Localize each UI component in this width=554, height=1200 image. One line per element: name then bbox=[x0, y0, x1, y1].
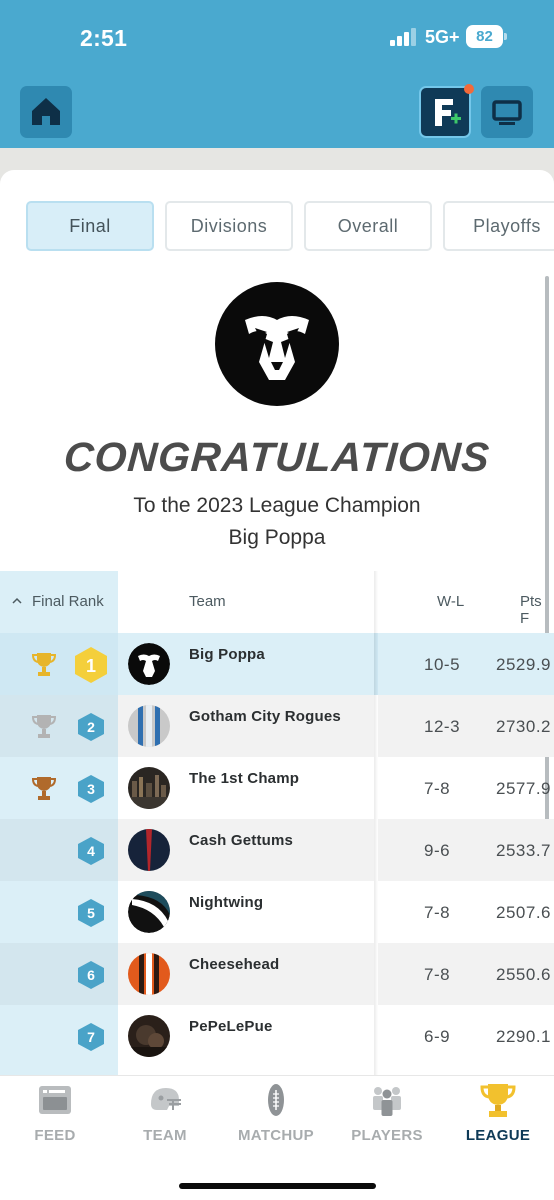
home-indicator[interactable] bbox=[179, 1183, 376, 1189]
column-final-rank[interactable]: Final Rank bbox=[32, 593, 104, 610]
column-points-for[interactable]: Pts F bbox=[520, 593, 554, 627]
svg-text:4: 4 bbox=[87, 843, 95, 859]
champion-team-logo bbox=[215, 282, 339, 406]
column-wl[interactable]: W-L bbox=[437, 593, 464, 610]
tab-overall[interactable]: Overall bbox=[304, 201, 432, 251]
rank-badge: 3 bbox=[78, 775, 104, 803]
standings-tabs: Final Divisions Overall Playoffs bbox=[0, 201, 554, 253]
table-row[interactable]: 6 Cheesehead 7-8 2550.6 bbox=[0, 943, 554, 1005]
tab-final[interactable]: Final bbox=[26, 201, 154, 251]
rank-badge: 6 bbox=[78, 961, 104, 989]
helmet-icon bbox=[151, 1088, 181, 1110]
team-avatar bbox=[128, 643, 170, 685]
column-team[interactable]: Team bbox=[189, 593, 226, 610]
feed-icon bbox=[39, 1086, 71, 1114]
nav-feed[interactable]: FEED bbox=[0, 1076, 110, 1166]
svg-text:5: 5 bbox=[87, 905, 95, 921]
tv-icon bbox=[492, 100, 522, 125]
table-row[interactable]: 1 Big Poppa 10-5 2529.9 bbox=[0, 633, 554, 695]
congratulations-heading: CONGRATULATIONS bbox=[62, 434, 492, 480]
points-for: 2529.9 bbox=[496, 655, 551, 674]
team-avatar bbox=[128, 891, 170, 933]
points-for: 2507.6 bbox=[496, 903, 551, 922]
points-for: 2550.6 bbox=[496, 965, 551, 984]
fantasy-plus-button[interactable] bbox=[419, 86, 471, 138]
champion-subtitle: To the 2023 League Champion bbox=[133, 494, 421, 517]
points-for: 2533.7 bbox=[496, 841, 551, 860]
table-row[interactable]: 4 Cash Gettums 9-6 2533.7 bbox=[0, 819, 554, 881]
bottom-navigation: FEED TEAM MATCHUP PLAYERS LEAGUE bbox=[0, 1075, 554, 1200]
network-type: 5G+ bbox=[425, 27, 460, 47]
battery-level: 82 bbox=[466, 25, 503, 48]
team-avatar bbox=[128, 829, 170, 871]
tab-divisions[interactable]: Divisions bbox=[165, 201, 293, 251]
win-loss: 7-8 bbox=[424, 779, 451, 798]
battery-icon: 82 bbox=[466, 25, 508, 48]
svg-text:7: 7 bbox=[87, 1029, 95, 1045]
svg-text:1: 1 bbox=[86, 656, 96, 676]
tv-button[interactable] bbox=[481, 86, 533, 138]
home-icon bbox=[32, 98, 60, 125]
players-icon bbox=[373, 1087, 401, 1116]
nav-matchup[interactable]: MATCHUP bbox=[221, 1076, 331, 1166]
points-for: 2577.9 bbox=[496, 779, 551, 798]
win-loss: 6-9 bbox=[424, 1027, 451, 1046]
win-loss: 10-5 bbox=[424, 655, 461, 674]
nav-players[interactable]: PLAYERS bbox=[332, 1076, 442, 1166]
win-loss: 12-3 bbox=[424, 717, 461, 736]
home-button[interactable] bbox=[20, 86, 72, 138]
team-name[interactable]: The 1st Champ bbox=[189, 770, 299, 787]
nav-league[interactable]: LEAGUE bbox=[443, 1076, 553, 1166]
svg-text:3: 3 bbox=[87, 781, 95, 797]
tab-playoffs[interactable]: Playoffs bbox=[443, 201, 554, 251]
table-row[interactable]: 5 Nightwing 7-8 2507.6 bbox=[0, 881, 554, 943]
standings-table: Final Rank Team W-L Pts F 1 Big Poppa 10… bbox=[0, 571, 554, 1075]
nav-players-label: PLAYERS bbox=[351, 1127, 423, 1144]
rank-badge: 4 bbox=[78, 837, 104, 865]
nav-league-label: LEAGUE bbox=[465, 1127, 531, 1144]
nav-team[interactable]: TEAM bbox=[110, 1076, 220, 1166]
points-for: 2290.1 bbox=[496, 1027, 551, 1046]
app-header: 2:51 5G+ 82 bbox=[0, 0, 554, 148]
team-name[interactable]: Cash Gettums bbox=[189, 832, 293, 849]
status-time: 2:51 bbox=[80, 25, 128, 51]
rank-badge: 2 bbox=[78, 713, 104, 741]
win-loss: 9-6 bbox=[424, 841, 451, 860]
rank-badge: 5 bbox=[78, 899, 104, 927]
team-name[interactable]: Cheesehead bbox=[189, 956, 279, 973]
football-icon bbox=[268, 1084, 284, 1116]
silver-trophy-icon bbox=[32, 715, 56, 738]
win-loss: 7-8 bbox=[424, 965, 451, 984]
bronze-trophy-icon bbox=[32, 777, 56, 800]
team-name[interactable]: PePeLePue bbox=[189, 1018, 273, 1035]
table-header: Final Rank Team W-L Pts F bbox=[0, 571, 554, 633]
team-avatar bbox=[128, 1015, 170, 1057]
table-row[interactable]: 2 Gotham City Rogues 12-3 2730.2 bbox=[0, 695, 554, 757]
team-avatar bbox=[128, 705, 170, 747]
nav-feed-label: FEED bbox=[34, 1127, 76, 1144]
team-name[interactable]: Big Poppa bbox=[189, 646, 265, 663]
team-avatar bbox=[128, 767, 170, 809]
nav-matchup-label: MATCHUP bbox=[238, 1127, 314, 1144]
rank-badge: 1 bbox=[75, 647, 107, 683]
svg-text:2: 2 bbox=[87, 719, 95, 735]
team-avatar bbox=[128, 953, 170, 995]
gold-trophy-icon bbox=[32, 653, 56, 676]
champion-team-name: Big Poppa bbox=[228, 526, 326, 549]
f-plus-icon bbox=[435, 99, 461, 126]
league-standings-card: Final Divisions Overall Playoffs CONGRAT… bbox=[0, 170, 554, 1075]
sort-ascending-icon[interactable] bbox=[12, 596, 22, 606]
signal-icon bbox=[390, 28, 420, 46]
svg-text:6: 6 bbox=[87, 967, 95, 983]
table-row[interactable]: 3 The 1st Champ 7-8 2577.9 bbox=[0, 757, 554, 819]
trophy-icon bbox=[480, 1084, 516, 1117]
win-loss: 7-8 bbox=[424, 903, 451, 922]
nav-team-label: TEAM bbox=[143, 1127, 187, 1144]
rank-badge: 7 bbox=[78, 1023, 104, 1051]
notification-dot bbox=[464, 84, 474, 94]
team-name[interactable]: Nightwing bbox=[189, 894, 263, 911]
points-for: 2730.2 bbox=[496, 717, 551, 736]
team-name[interactable]: Gotham City Rogues bbox=[189, 708, 341, 725]
table-row[interactable]: 7 PePeLePue 6-9 2290.1 bbox=[0, 1005, 554, 1067]
